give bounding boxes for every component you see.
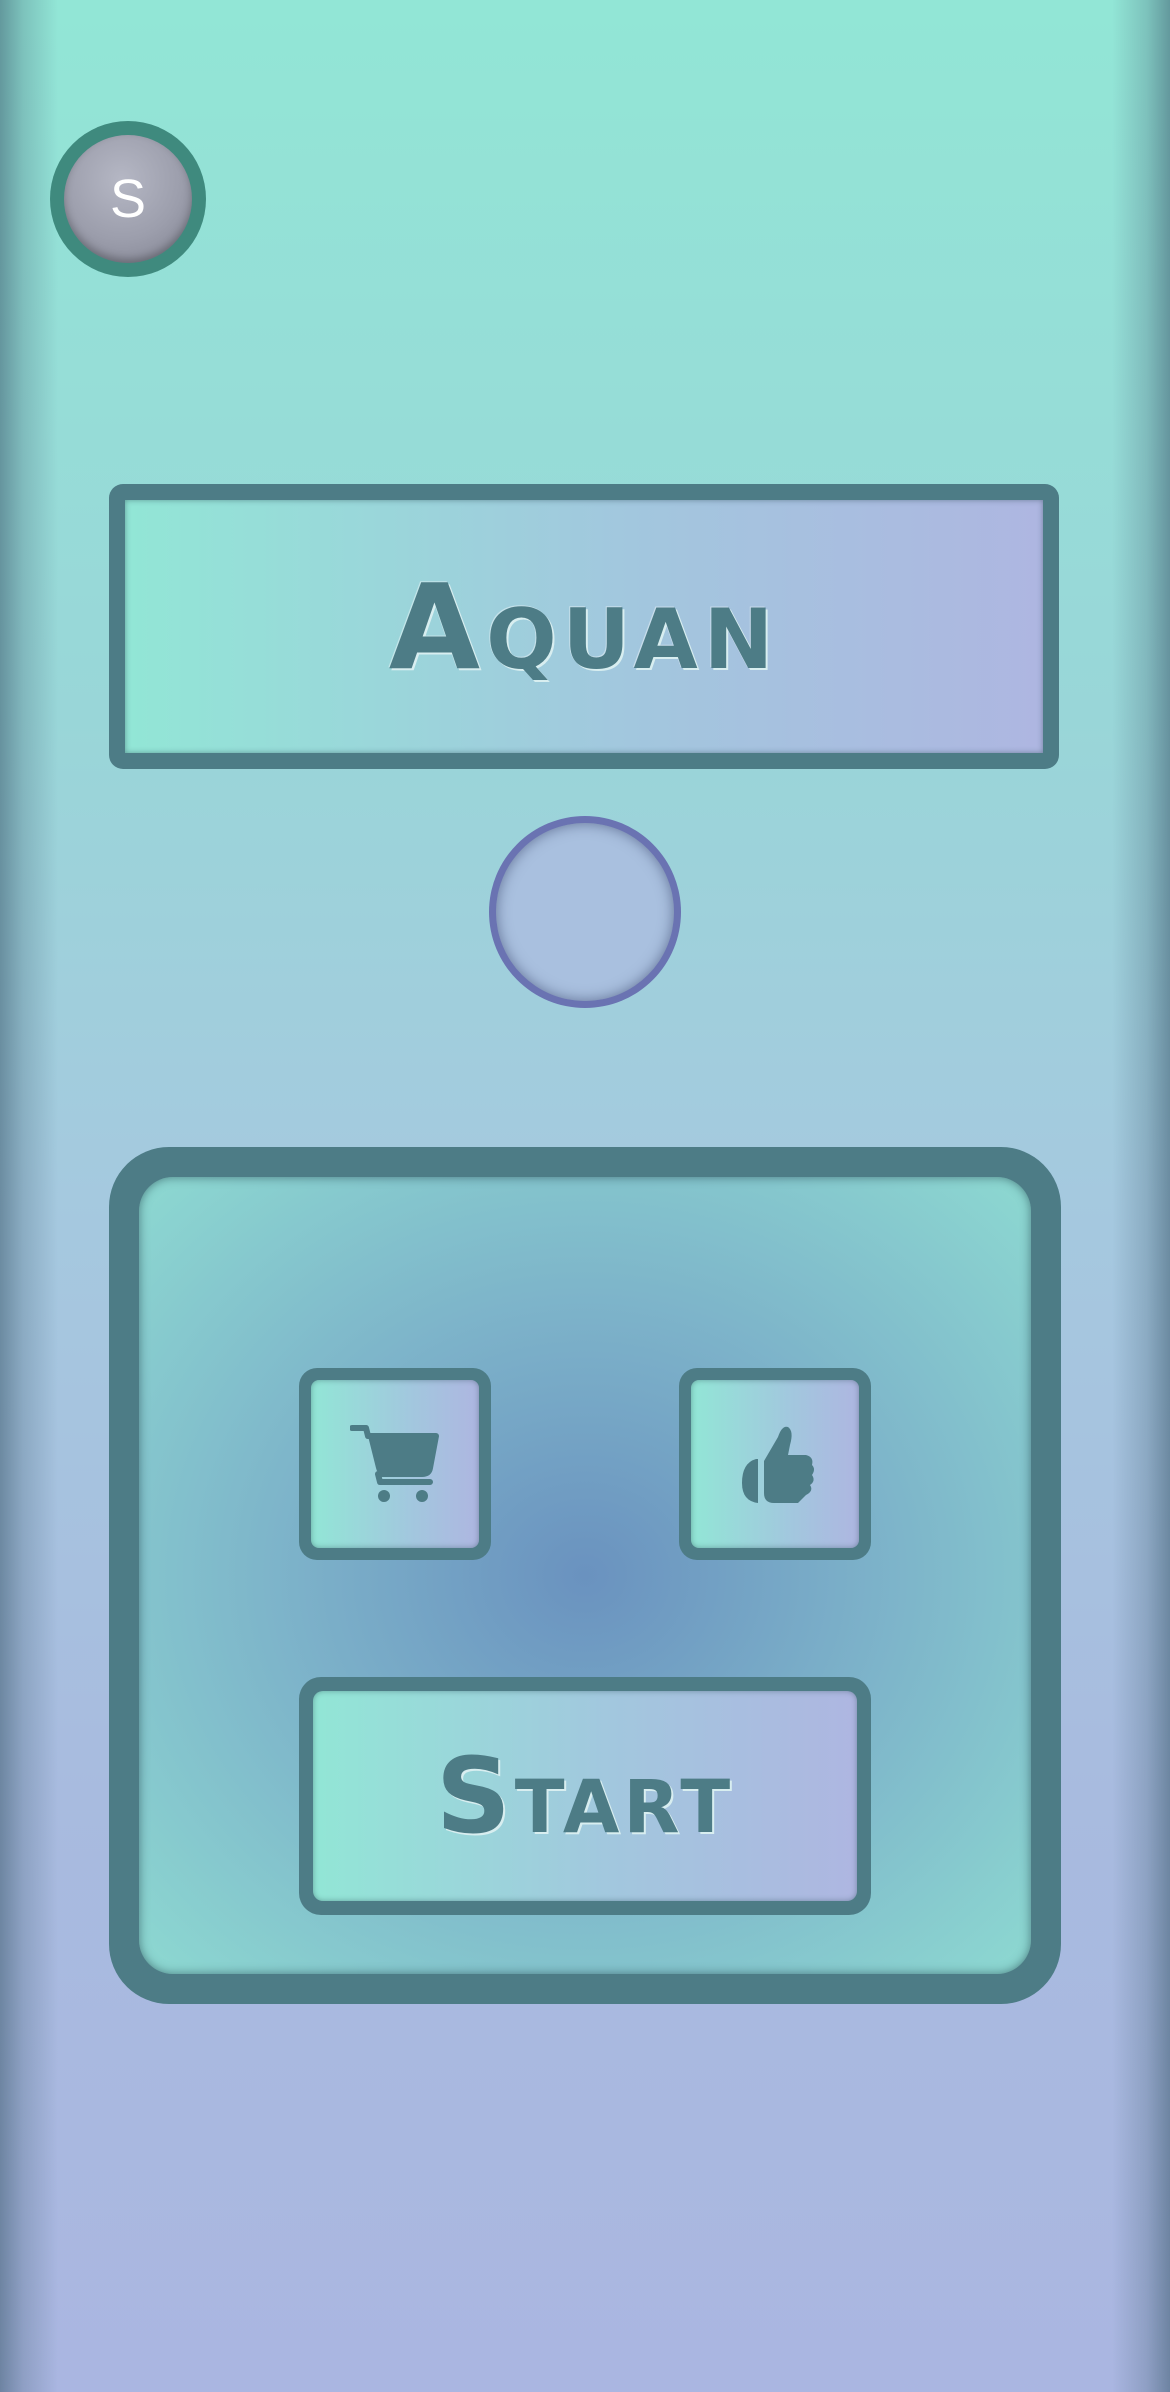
shop-button-face (311, 1380, 479, 1548)
start-button-label: Start (435, 1735, 735, 1857)
like-button[interactable] (679, 1368, 871, 1560)
avatar-initial: S (64, 135, 192, 263)
profile-avatar[interactable]: S (50, 121, 206, 277)
shopping-cart-icon (350, 1425, 439, 1502)
status-orb-inner (496, 823, 674, 1001)
right-edge-shade (1112, 0, 1170, 2392)
start-button[interactable]: Start (299, 1677, 871, 1915)
game-screen: S Aquan Start (0, 0, 1170, 2392)
main-menu-panel: Start (109, 1147, 1061, 2004)
left-edge-shade (0, 0, 58, 2392)
title-banner-inner: Aquan (125, 500, 1043, 753)
thumbs-up-icon (742, 1426, 814, 1503)
status-orb (489, 816, 681, 1008)
main-menu-inner: Start (139, 1177, 1031, 1974)
game-title: Aquan (388, 557, 780, 696)
title-banner: Aquan (109, 484, 1059, 769)
shop-button[interactable] (299, 1368, 491, 1560)
start-button-face: Start (313, 1691, 857, 1901)
like-button-face (691, 1380, 859, 1548)
